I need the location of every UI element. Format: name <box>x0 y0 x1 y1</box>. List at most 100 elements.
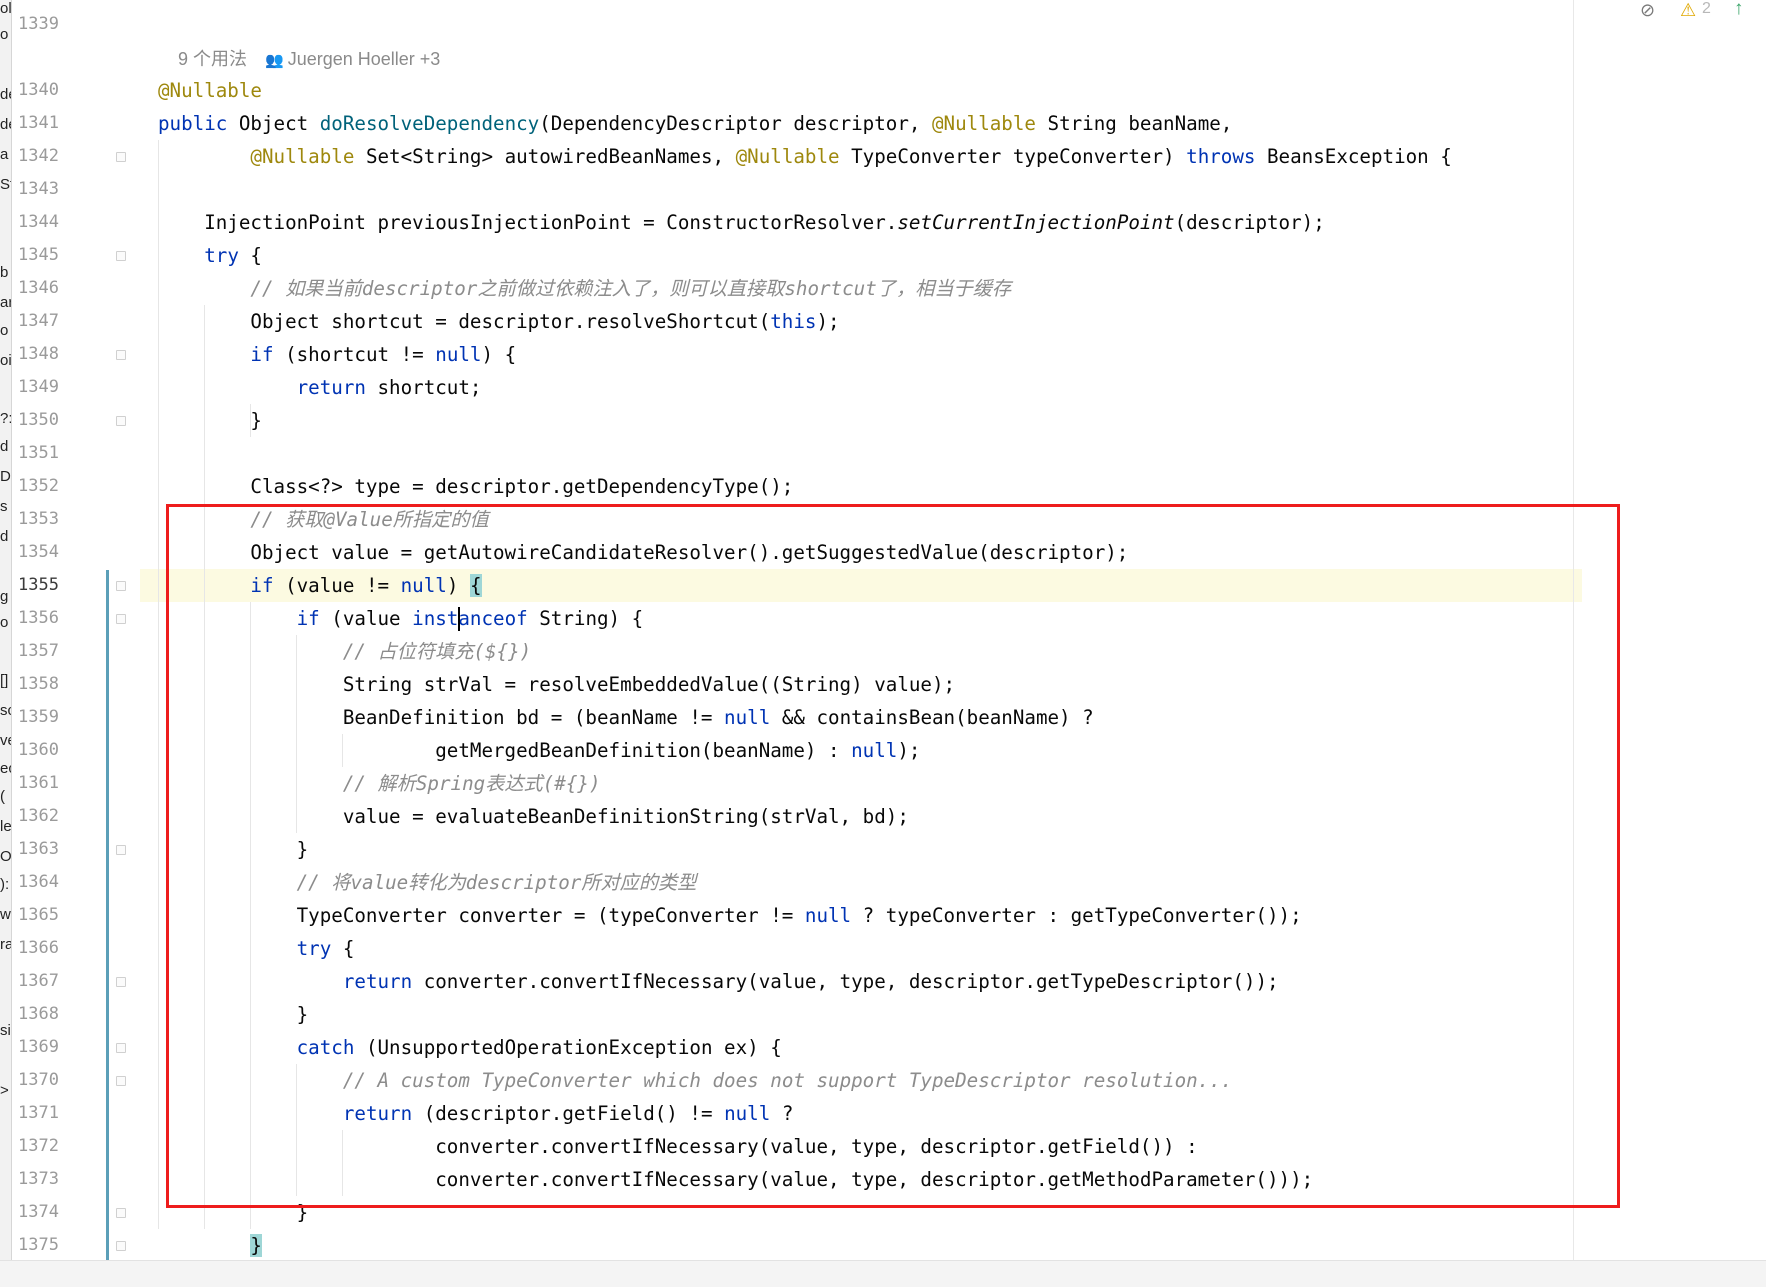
line-number[interactable]: 1372 <box>18 1130 74 1163</box>
line-number-gutter[interactable]: 1339 1340 1341 1342 1343 1344 1345 1346 1347 1348… <box>12 0 108 1260</box>
code-line[interactable]: } <box>140 1229 1582 1262</box>
project-panel-edge: olodedeaStbarooi?:dDesdgo[]scveec(leO):w… <box>0 0 12 1260</box>
line-number[interactable]: 1344 <box>18 206 74 239</box>
panel-fragment: ?: <box>0 410 12 427</box>
line-number[interactable]: 1339 <box>18 8 74 41</box>
code-line[interactable]: public Object doResolveDependency(Depend… <box>140 107 1582 140</box>
code-line[interactable] <box>140 437 1582 470</box>
code-token: shortcut; <box>365 376 482 399</box>
line-number[interactable]: 1360 <box>18 734 74 767</box>
line-number[interactable]: 1347 <box>18 305 74 338</box>
code-token: } <box>250 1234 262 1257</box>
authors-label[interactable]: Juergen Hoeller +3 <box>288 49 441 69</box>
line-number[interactable]: 1371 <box>18 1097 74 1130</box>
line-number[interactable]: 1357 <box>18 635 74 668</box>
panel-fragment: ra <box>0 936 11 953</box>
line-number[interactable]: 1353 <box>18 503 74 536</box>
warning-icon[interactable]: ⚠ <box>1680 0 1696 21</box>
code-line[interactable]: // 如果当前descriptor之前做过依赖注入了，则可以直接取shortcu… <box>140 272 1582 305</box>
line-number[interactable]: 1361 <box>18 767 74 800</box>
line-number[interactable]: 1346 <box>18 272 74 305</box>
fold-toggle-icon[interactable] <box>115 250 127 262</box>
line-number[interactable]: 1365 <box>18 899 74 932</box>
line-number[interactable]: 1358 <box>18 668 74 701</box>
line-number[interactable]: 1345 <box>18 239 74 272</box>
line-number[interactable]: 1352 <box>18 470 74 503</box>
warning-count[interactable]: 2 <box>1702 0 1711 18</box>
eye-slash-icon[interactable]: ⊘ <box>1640 0 1655 21</box>
line-number[interactable]: 1355 <box>18 569 74 602</box>
line-number[interactable]: 1363 <box>18 833 74 866</box>
line-number[interactable]: 1351 <box>18 437 74 470</box>
line-number[interactable]: 1370 <box>18 1064 74 1097</box>
panel-fragment: ec <box>0 760 11 777</box>
panel-fragment: oi <box>0 352 12 369</box>
vcs-change-marker[interactable] <box>106 570 109 1260</box>
code-line[interactable]: Object shortcut = descriptor.resolveShor… <box>140 305 1582 338</box>
fold-toggle-icon[interactable] <box>115 1240 127 1252</box>
code-line[interactable] <box>140 8 1582 41</box>
line-number[interactable]: 1366 <box>18 932 74 965</box>
usages-count[interactable]: 9 个用法 <box>178 49 247 69</box>
panel-fragment: ): <box>0 876 10 893</box>
panel-fragment: sc <box>0 702 11 719</box>
code-line[interactable]: Class<?> type = descriptor.getDependency… <box>140 470 1582 503</box>
line-number[interactable]: 1364 <box>18 866 74 899</box>
panel-fragment: [] <box>0 672 9 689</box>
line-number[interactable]: 1368 <box>18 998 74 1031</box>
fold-toggle-icon[interactable] <box>115 151 127 163</box>
panel-fragment: ar <box>0 294 11 311</box>
line-number[interactable]: 1350 <box>18 404 74 437</box>
line-number[interactable]: 1369 <box>18 1031 74 1064</box>
highlight-annotation-box <box>166 504 1620 1208</box>
panel-fragment: De <box>0 468 11 485</box>
code-token: // 如果当前descriptor之前做过依赖注入了，则可以直接取shortcu… <box>250 277 1012 300</box>
fold-toggle-icon[interactable] <box>115 1042 127 1054</box>
line-number[interactable]: 1349 <box>18 371 74 404</box>
line-number[interactable]: 1375 <box>18 1229 74 1262</box>
code-vision-hint[interactable]: 9 个用法 👥 Juergen Hoeller +3 <box>178 44 440 74</box>
line-number[interactable]: 1367 <box>18 965 74 998</box>
line-number[interactable]: 1374 <box>18 1196 74 1229</box>
code-token: Object shortcut = descriptor.resolveShor… <box>158 310 771 333</box>
panel-fragment: g <box>0 588 9 605</box>
code-line[interactable]: InjectionPoint previousInjectionPoint = … <box>140 206 1582 239</box>
code-token: TypeConverter typeConverter) <box>839 145 1187 168</box>
code-line[interactable]: return shortcut; <box>140 371 1582 404</box>
fold-toggle-icon[interactable] <box>115 613 127 625</box>
line-number[interactable]: 1341 <box>18 107 74 140</box>
panel-fragment: ol <box>0 0 12 17</box>
code-token: Object <box>227 112 320 135</box>
fold-toggle-icon[interactable] <box>115 844 127 856</box>
line-number[interactable]: 1359 <box>18 701 74 734</box>
code-token: public <box>158 112 228 135</box>
line-number[interactable]: 1356 <box>18 602 74 635</box>
line-number[interactable]: 1348 <box>18 338 74 371</box>
code-line[interactable]: try { <box>140 239 1582 272</box>
line-number[interactable]: 1340 <box>18 74 74 107</box>
fold-toggle-icon[interactable] <box>115 1207 127 1219</box>
line-number[interactable]: 1373 <box>18 1163 74 1196</box>
fold-toggle-icon[interactable] <box>115 580 127 592</box>
code-line[interactable]: @Nullable <box>140 74 1582 107</box>
fold-toggle-icon[interactable] <box>115 1075 127 1087</box>
code-line[interactable]: @Nullable Set<String> autowiredBeanNames… <box>140 140 1582 173</box>
fold-toggle-icon[interactable] <box>115 349 127 361</box>
line-number[interactable]: 1342 <box>18 140 74 173</box>
code-line[interactable]: } <box>140 404 1582 437</box>
line-number[interactable]: 1362 <box>18 800 74 833</box>
code-token: @Nullable <box>158 79 262 102</box>
line-number[interactable]: 1354 <box>18 536 74 569</box>
code-token: return <box>296 376 366 399</box>
code-line[interactable] <box>140 173 1582 206</box>
fold-toggle-icon[interactable] <box>115 976 127 988</box>
code-token: @Nullable <box>250 145 355 168</box>
arrow-up-icon[interactable]: ↑ <box>1734 0 1744 20</box>
line-number[interactable]: 1343 <box>18 173 74 206</box>
fold-toggle-icon[interactable] <box>115 415 127 427</box>
code-token: null <box>435 343 482 366</box>
code-line[interactable]: if (shortcut != null) { <box>140 338 1582 371</box>
code-token: ) { <box>481 343 517 366</box>
